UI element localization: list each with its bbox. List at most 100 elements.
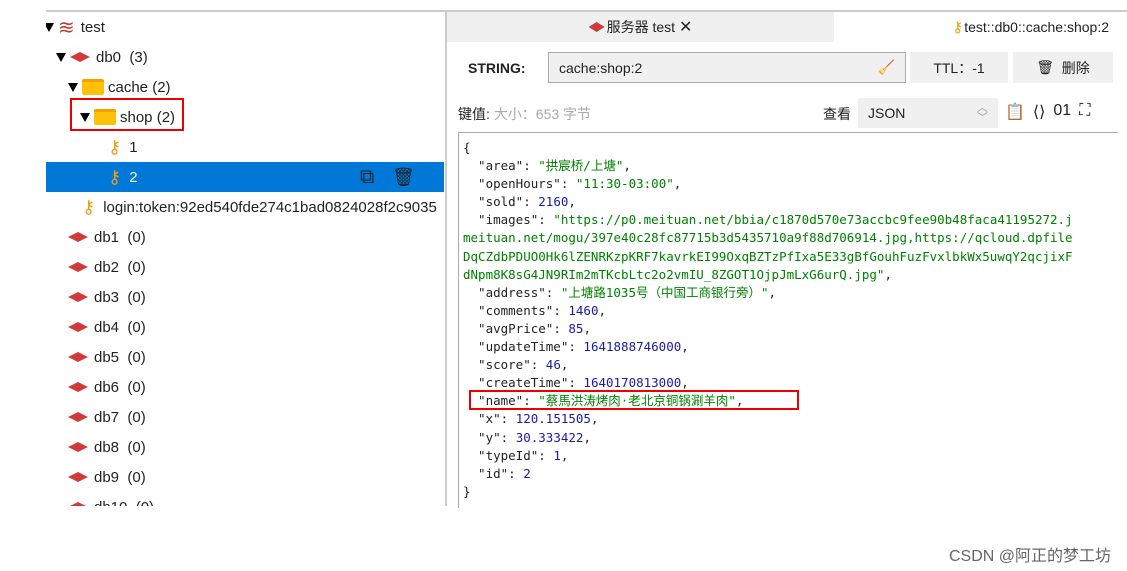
database-icon (68, 442, 88, 452)
json-token: "avgPrice" (463, 320, 554, 336)
json-token: , (884, 266, 892, 282)
json-token: , (583, 320, 591, 336)
value-size: 键值: 大小：653 字节 (458, 106, 592, 122)
json-token: dNpm8K8sG4JN9RIm2mTKcbLtc2o2vmIU_8ZGOT1O… (463, 266, 885, 282)
json-token: : (545, 284, 561, 300)
format-select[interactable]: JSON ︿ ﹀ (858, 98, 998, 128)
broom-icon[interactable]: 🧹 (878, 59, 895, 76)
json-token: DqCZdbPDUO0Hk6lZENRKzpKRF7kavrkEI99OxqBZ… (463, 248, 1073, 264)
trash-icon[interactable]: 🗑 (392, 167, 415, 188)
ttl-button[interactable]: TTL：-1 (910, 52, 1008, 83)
tree-db1[interactable]: db1 (0) (46, 222, 444, 252)
json-line: DqCZdbPDUO0Hk6lZENRKzpKRF7kavrkEI99OxqBZ… (463, 248, 1114, 266)
json-token: 1641888746000 (583, 339, 682, 355)
json-token: , (623, 158, 631, 174)
json-token: : (538, 212, 554, 228)
tree-db8[interactable]: db8 (0) (46, 432, 444, 462)
json-line: "area": "拱宸桥/上塘", (463, 157, 1114, 175)
highlight-box (469, 390, 799, 410)
tab-key[interactable]: ⚷ test::db0::cache:shop:2 (847, 12, 1109, 42)
json-token: : (500, 429, 516, 445)
database-icon (68, 352, 88, 362)
json-token: : (560, 176, 576, 192)
tree-db2[interactable]: db2 (0) (46, 252, 444, 282)
json-line: "sold": 2160, (463, 193, 1114, 211)
copy-link-icon[interactable]: ⧉ (360, 166, 374, 189)
tree-db4[interactable]: db4 (0) (46, 312, 444, 342)
json-token: 1640170813000 (583, 375, 682, 391)
tree-db7[interactable]: db7 (0) (46, 402, 444, 432)
json-token: "score" (463, 357, 531, 373)
key-name-input[interactable]: cache:shop:2 🧹 (548, 52, 906, 83)
key-detail-panel: 服务器 test ✕ ⚷ test::db0::cache:shop:2 STRI… (447, 10, 1127, 508)
json-token: 120.151505 (515, 411, 591, 427)
tree-db0[interactable]: db0 (3) (46, 42, 444, 72)
database-icon (68, 472, 88, 482)
json-line: "y": 30.333422, (463, 429, 1114, 447)
clipboard-icon[interactable]: 📋 (1005, 102, 1025, 122)
key-icon: ⚷ (108, 136, 122, 157)
json-token: 85 (568, 320, 584, 336)
delete-button[interactable]: 🗑 删除 (1013, 52, 1113, 83)
json-token: , (560, 447, 569, 463)
json-token: "id" (463, 465, 509, 481)
json-token: , (598, 302, 607, 318)
json-token: "address" (463, 284, 546, 300)
json-token: "comments" (463, 302, 554, 318)
tree-key-2[interactable]: ⚷ 2 ⧉ 🗑 (46, 162, 444, 192)
json-line: "comments": 1460, (463, 302, 1114, 320)
key-icon: ⚷ (952, 19, 964, 36)
json-token: , (560, 357, 569, 373)
json-token: : (553, 302, 569, 318)
json-token: "area" (463, 158, 524, 174)
tree-db10[interactable]: db10 (0) (46, 492, 444, 506)
json-token: "11:30-03:00" (575, 176, 674, 192)
json-token: "sold" (463, 194, 524, 210)
watermark: CSDN @阿正的梦工坊 (948, 548, 1111, 565)
json-line: dNpm8K8sG4JN9RIm2mTKcbLtc2o2vmIU_8ZGOT1O… (463, 266, 1114, 284)
key-icon: ⚷ (108, 166, 122, 187)
tree-db3[interactable]: db3 (0) (46, 282, 444, 312)
tab-server[interactable]: 服务器 test ✕ (447, 12, 834, 42)
json-token: , (583, 429, 591, 445)
database-icon (68, 382, 88, 392)
json-token: , (568, 194, 576, 210)
json-token: : (508, 465, 524, 481)
database-icon (68, 322, 88, 332)
json-line: "typeId": 1, (463, 447, 1114, 465)
tree-server-test[interactable]: ≋ test (46, 12, 444, 42)
json-token: : (568, 339, 584, 355)
tree-db6[interactable]: db6 (0) (46, 372, 444, 402)
database-icon (70, 52, 90, 62)
json-token: 2 (523, 465, 531, 481)
json-token: "y" (463, 429, 501, 445)
tree-db9[interactable]: db9 (0) (46, 462, 444, 492)
json-token: "x" (463, 411, 501, 427)
json-token: : (523, 194, 539, 210)
json-token: "updateTime" (463, 339, 569, 355)
json-token: , (590, 411, 599, 427)
json-token: 46 (545, 357, 561, 373)
json-token: meituan.net/mogu/397e40c28fc87715b3d5435… (463, 230, 1073, 246)
json-line: "images": "https://p0.meituan.net/bbia/c… (463, 211, 1114, 229)
server-stack-icon: ≋ (58, 16, 75, 39)
close-icon[interactable]: ✕ (679, 17, 692, 37)
fullscreen-icon[interactable]: ⛶ (1079, 102, 1090, 122)
view-label: 查看 (823, 106, 851, 122)
code-file-icon[interactable]: ⟨⟩ (1033, 102, 1045, 122)
tree-db5[interactable]: db5 (0) (46, 342, 444, 372)
database-icon (68, 262, 88, 272)
json-token: : (553, 320, 569, 336)
binary-file-icon[interactable]: 01 (1053, 102, 1071, 122)
tree-key-1[interactable]: ⚷ 1 (46, 132, 444, 162)
json-token: "createTime" (463, 375, 569, 391)
json-line: "address": "上塘路1035号（中国工商银行旁）", (463, 284, 1114, 302)
json-line: "id": 2 (463, 465, 1114, 483)
json-token: : (530, 357, 546, 373)
updown-chevron-icon: ︿ ﹀ (977, 102, 988, 124)
database-icon (588, 22, 605, 32)
database-icon (68, 412, 88, 422)
json-token: 30.333422 (515, 429, 584, 445)
tree-key-login-token[interactable]: ⚷ login:token:92ed540fde274c1bad0824028f2… (46, 192, 444, 222)
json-value-viewer[interactable]: { "area": "拱宸桥/上塘", "openHours": "11:30-… (458, 132, 1118, 508)
